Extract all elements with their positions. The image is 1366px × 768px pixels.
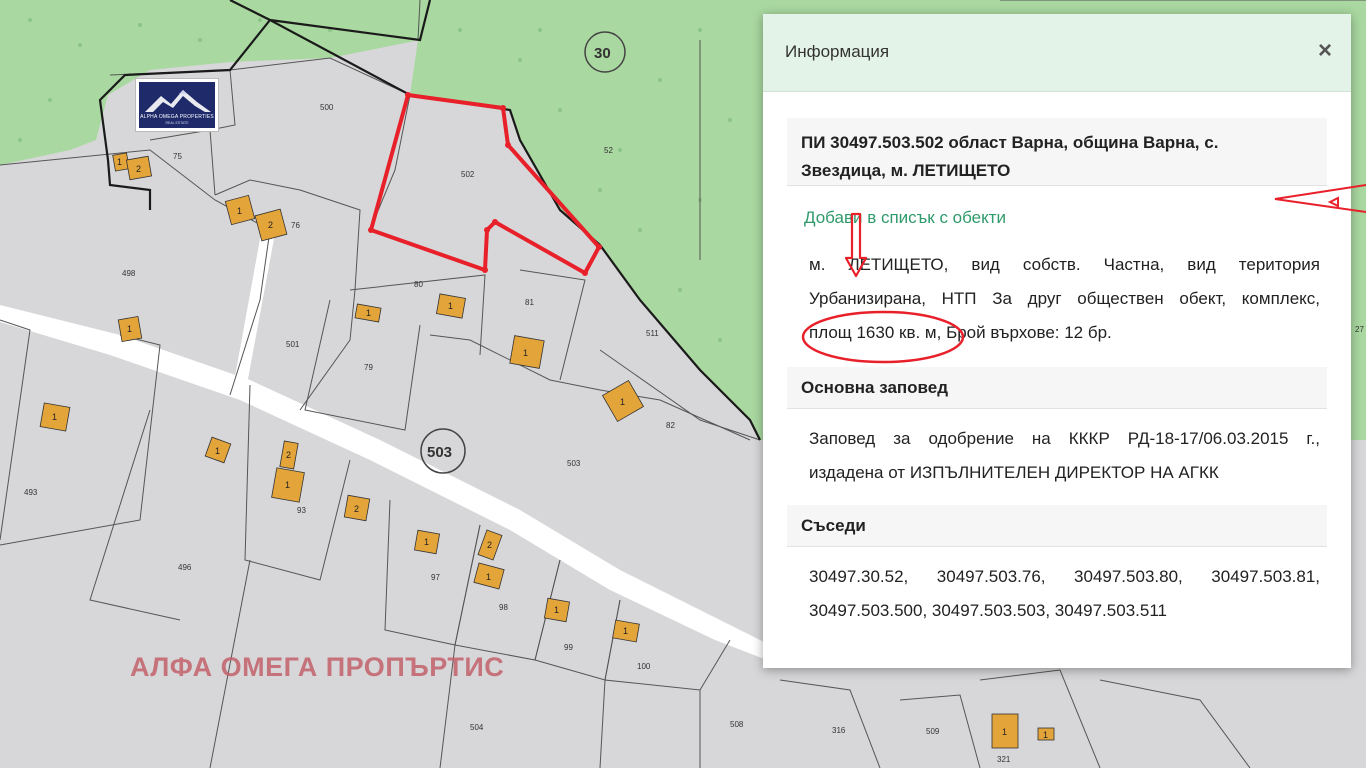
- watermark: АЛФА ОМЕГА ПРОПЪРТИС: [130, 652, 505, 682]
- svg-text:496: 496: [178, 563, 192, 572]
- svg-text:504: 504: [470, 723, 484, 732]
- svg-text:493: 493: [24, 488, 38, 497]
- svg-text:2: 2: [136, 164, 141, 174]
- svg-text:1: 1: [623, 626, 628, 636]
- svg-text:97: 97: [431, 573, 440, 582]
- parcel-title-line1: ПИ 30497.503.502 област Варна, община Ва…: [801, 133, 1219, 152]
- close-button[interactable]: ×: [1313, 38, 1337, 64]
- svg-text:1: 1: [554, 605, 559, 615]
- svg-text:52: 52: [604, 146, 613, 155]
- svg-text:1: 1: [237, 206, 242, 216]
- svg-text:82: 82: [666, 421, 675, 430]
- neighbors-list: 30497.30.52, 30497.503.76, 30497.503.80,…: [809, 560, 1320, 628]
- svg-text:1: 1: [620, 397, 625, 407]
- parcel-title: ПИ 30497.503.502 област Варна, община Ва…: [787, 118, 1327, 186]
- svg-text:2: 2: [487, 540, 492, 550]
- details-line2: Урбанизирана, НТП За друг обществен обек…: [809, 289, 1320, 308]
- svg-text:2: 2: [286, 450, 291, 460]
- svg-text:508: 508: [730, 720, 744, 729]
- svg-text:502: 502: [461, 170, 475, 179]
- parcel-title-line2: Звездица, м. ЛЕТИЩЕТО: [801, 161, 1011, 180]
- svg-text:511: 511: [646, 329, 659, 338]
- svg-text:1: 1: [1043, 730, 1048, 740]
- svg-text:2: 2: [268, 220, 273, 230]
- details-line3: площ 1630 кв. м, Брой върхове: 12 бр.: [809, 323, 1112, 342]
- svg-text:80: 80: [414, 280, 423, 289]
- svg-text:30: 30: [594, 45, 611, 62]
- panel-header: Информация ×: [763, 14, 1351, 92]
- svg-text:93: 93: [297, 506, 306, 515]
- svg-text:509: 509: [926, 727, 940, 736]
- svg-text:1: 1: [285, 480, 290, 490]
- svg-text:1: 1: [117, 157, 122, 167]
- svg-text:1: 1: [1002, 727, 1007, 737]
- svg-text:1: 1: [448, 301, 453, 311]
- svg-text:2: 2: [354, 504, 359, 514]
- order-details: Заповед за одобрение на КККР РД-18-17/06…: [809, 422, 1320, 490]
- svg-text:500: 500: [320, 103, 334, 112]
- add-to-list-link[interactable]: Добави в списък с обекти: [804, 208, 1006, 228]
- svg-text:1: 1: [215, 446, 220, 456]
- svg-text:75: 75: [173, 152, 182, 161]
- neighbors-line2: 30497.503.500, 30497.503.503, 30497.503.…: [809, 601, 1167, 620]
- info-panel: Информация × ПИ 30497.503.502 област Вар…: [763, 14, 1351, 668]
- svg-text:1: 1: [486, 572, 491, 582]
- svg-text:498: 498: [122, 269, 136, 278]
- order-line2: издадена от ИЗПЪЛНИТЕЛЕН ДИРЕКТОР НА АГК…: [809, 463, 1219, 482]
- svg-text:27: 27: [1355, 325, 1364, 334]
- svg-text:503: 503: [567, 459, 581, 468]
- svg-text:501: 501: [286, 340, 300, 349]
- svg-text:76: 76: [291, 221, 300, 230]
- svg-text:100: 100: [637, 662, 651, 671]
- svg-text:1: 1: [424, 537, 429, 547]
- svg-text:99: 99: [564, 643, 573, 652]
- panel-title: Информация: [785, 42, 890, 61]
- svg-text:1: 1: [52, 412, 57, 422]
- svg-text:316: 316: [832, 726, 846, 735]
- svg-text:1: 1: [366, 308, 371, 318]
- order-line1: Заповед за одобрение на КККР РД-18-17/06…: [809, 429, 1320, 448]
- svg-text:1: 1: [523, 348, 528, 358]
- svg-text:503: 503: [427, 444, 452, 461]
- svg-text:79: 79: [364, 363, 373, 372]
- company-logo: ALPHA OMEGA PROPERTIES REAL ESTATE: [135, 78, 219, 132]
- logo-sub: REAL ESTATE: [165, 121, 189, 125]
- logo-name: ALPHA OMEGA PROPERTIES: [140, 114, 214, 120]
- parcel-details: м. ЛЕТИЩЕТО, вид собств. Частна, вид тер…: [809, 248, 1320, 350]
- svg-text:1: 1: [127, 324, 132, 334]
- order-heading: Основна заповед: [787, 367, 1327, 409]
- svg-text:81: 81: [525, 298, 534, 307]
- neighbors-heading: Съседи: [787, 505, 1327, 547]
- svg-text:321: 321: [997, 755, 1011, 764]
- svg-text:98: 98: [499, 603, 508, 612]
- neighbors-line1: 30497.30.52, 30497.503.76, 30497.503.80,…: [809, 567, 1320, 586]
- details-line1: м. ЛЕТИЩЕТО, вид собств. Частна, вид тер…: [809, 255, 1320, 274]
